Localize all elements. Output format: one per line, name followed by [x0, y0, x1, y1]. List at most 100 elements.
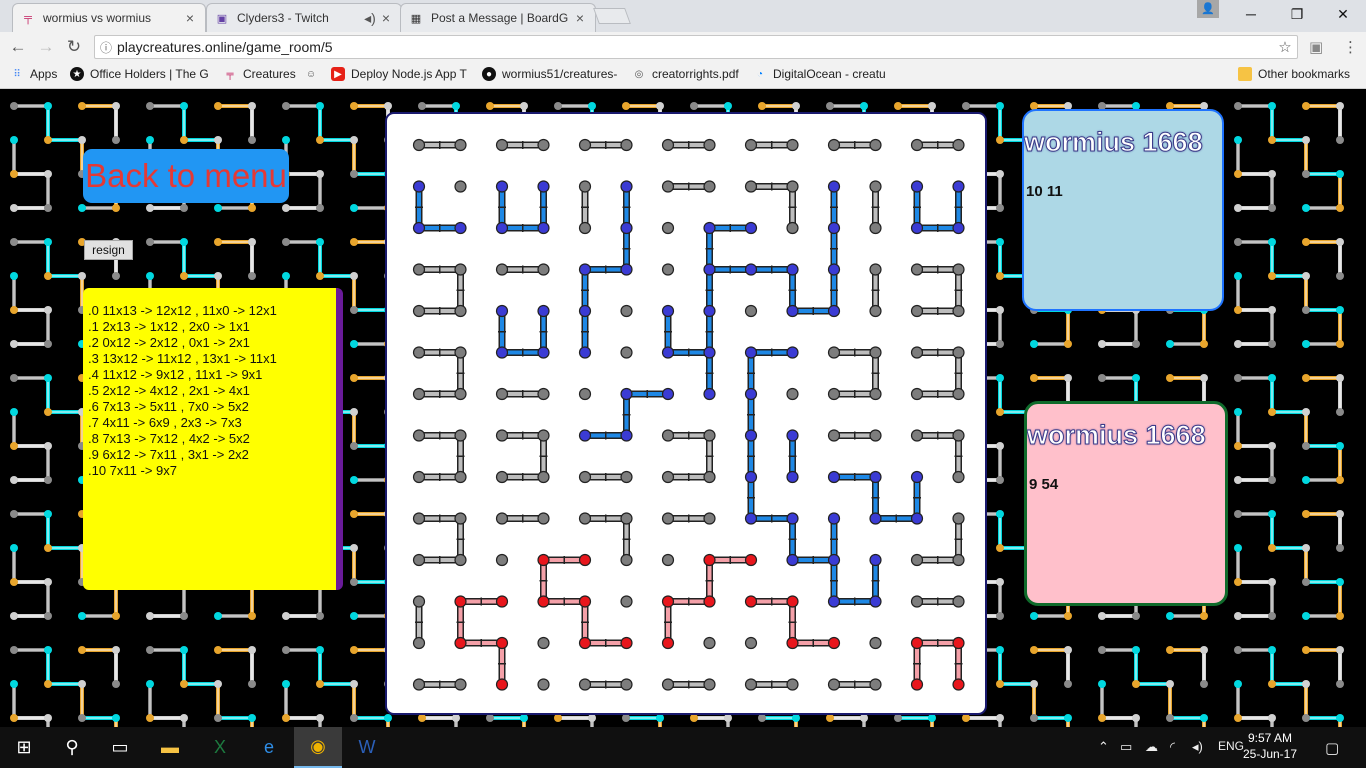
bookmark-apps[interactable]: ⠿ Apps [10, 67, 57, 81]
red-link [539, 560, 548, 602]
task-view-icon[interactable]: ▭ [96, 727, 144, 768]
youtube-icon: ▶ [331, 67, 345, 81]
chrome-icon[interactable]: ◉ [294, 727, 342, 768]
file-explorer-icon[interactable]: ▬ [146, 727, 194, 768]
battery-icon[interactable]: ▭ [1120, 739, 1132, 755]
address-bar[interactable]: ⓘ playcreatures.online/game_room/5 ☆ [94, 35, 1298, 59]
bookmark-label: wormius51/creatures- [502, 67, 618, 81]
tab-boardgamegeek[interactable]: ▦ Post a Message | BoardG × [400, 3, 596, 32]
gray-link [834, 348, 876, 357]
bookmark-other[interactable]: Other bookmarks [1238, 67, 1350, 81]
bookmark-creatures[interactable]: ╤ Creatures [223, 67, 295, 81]
edge-icon[interactable]: e [245, 727, 293, 768]
clock-date: 25-Jun-17 [1242, 747, 1298, 761]
gray-node [620, 470, 633, 484]
gray-link [415, 601, 423, 643]
gray-node [869, 429, 882, 442]
gray-node [537, 512, 550, 525]
gray-link [751, 680, 793, 689]
gray-link [917, 265, 959, 274]
restore-icon[interactable]: ❐ [1274, 0, 1320, 28]
windows-start-icon[interactable]: ⊞ [0, 727, 48, 768]
back-to-menu-button[interactable]: Back to menu [83, 149, 289, 203]
reload-icon[interactable]: ↻ [62, 36, 86, 58]
blue-node [827, 595, 841, 608]
blue-node [744, 346, 758, 359]
gray-node [910, 138, 924, 152]
gray-node [495, 470, 509, 484]
back-arrow-icon[interactable]: ← [6, 36, 30, 58]
bookmark-digitalocean[interactable]: ◔ DigitalOcean - creatu [753, 67, 886, 81]
profile-icon[interactable]: 👤 [1197, 0, 1219, 18]
close-tab-icon[interactable]: × [573, 10, 587, 26]
gray-node [661, 512, 675, 525]
resign-button[interactable]: resign [84, 240, 133, 260]
clock[interactable]: 9:57 AM 25-Jun-17 [1240, 730, 1300, 762]
info-icon[interactable]: ⓘ [95, 39, 117, 56]
wifi-icon[interactable]: ◜ [1170, 739, 1175, 755]
chevron-up-icon[interactable]: ⌃ [1098, 739, 1109, 755]
excel-icon[interactable]: X [196, 727, 244, 768]
blue-link [705, 228, 714, 270]
search-icon[interactable]: ⚲ [48, 727, 96, 768]
board-grid[interactable] [387, 114, 985, 713]
blue-node [869, 595, 882, 608]
extension-icon[interactable]: ▣ [1309, 38, 1323, 56]
gray-link [456, 352, 465, 394]
red-link [751, 597, 793, 606]
blue-node [703, 346, 716, 359]
menu-dots-icon[interactable]: ⋮ [1343, 38, 1358, 56]
blue-node [869, 470, 882, 484]
gray-link [954, 518, 963, 560]
browser-tab-strip: ╤ wormius vs wormius × ▣ Clyders3 - Twit… [0, 0, 1366, 32]
gray-node [786, 678, 799, 691]
red-node [744, 553, 758, 567]
gray-node [412, 636, 426, 650]
bookmark-star-icon[interactable]: ☆ [1273, 38, 1297, 56]
close-tab-icon[interactable]: × [183, 10, 197, 26]
speaker-icon[interactable]: ◂) [361, 10, 379, 27]
gray-node [827, 387, 841, 401]
gray-node [620, 304, 633, 318]
apps-grid-icon: ⠿ [13, 68, 21, 80]
red-node [578, 595, 592, 608]
gray-link [834, 680, 876, 689]
close-window-icon[interactable]: ✕ [1320, 0, 1366, 28]
close-tab-icon[interactable]: × [379, 10, 393, 26]
cloud-icon[interactable]: ☁ [1145, 739, 1158, 755]
blue-link [792, 556, 834, 564]
bookmark-robot[interactable]: ☺ [304, 67, 324, 81]
gray-link [668, 514, 710, 523]
forward-arrow-icon[interactable]: → [34, 36, 58, 58]
bookmarks-bar: ⠿ Apps ★ Office Holders | The G ╤ Creatu… [0, 62, 1366, 89]
bookmark-github[interactable]: ● wormius51/creatures- [482, 67, 617, 81]
game-board[interactable] [385, 112, 987, 715]
blue-node [620, 429, 633, 442]
red-link [664, 601, 672, 643]
gray-node [869, 138, 882, 152]
volume-icon[interactable]: ◂) [1192, 739, 1203, 755]
url-text[interactable]: playcreatures.online/game_room/5 [117, 39, 1273, 55]
gray-node [412, 512, 426, 525]
star-badge-icon: ★ [70, 67, 84, 81]
gray-node [952, 429, 965, 442]
red-node [952, 678, 965, 691]
gray-node [412, 429, 426, 442]
bookmark-office-holders[interactable]: ★ Office Holders | The G [70, 67, 209, 81]
blue-node [495, 346, 509, 359]
minimize-icon[interactable]: ─ [1228, 0, 1274, 28]
bookmark-deploy-node[interactable]: ▶ Deploy Node.js App T [331, 67, 467, 81]
notifications-icon[interactable]: ▢ [1325, 739, 1339, 757]
blue-link [705, 311, 714, 353]
blue-node [827, 512, 841, 525]
gray-node [578, 470, 592, 484]
tab-wormius-vs-wormius[interactable]: ╤ wormius vs wormius × [12, 3, 206, 32]
gray-link [954, 352, 963, 394]
red-node [952, 636, 965, 650]
tab-twitch[interactable]: ▣ Clyders3 - Twitch ◂) × [206, 3, 402, 32]
word-icon[interactable]: W [343, 727, 391, 768]
blue-node [578, 429, 592, 442]
bookmark-creatorrights[interactable]: ◎ creatorrights.pdf [632, 67, 739, 81]
blue-link [581, 311, 589, 353]
new-tab-button[interactable] [593, 8, 631, 24]
